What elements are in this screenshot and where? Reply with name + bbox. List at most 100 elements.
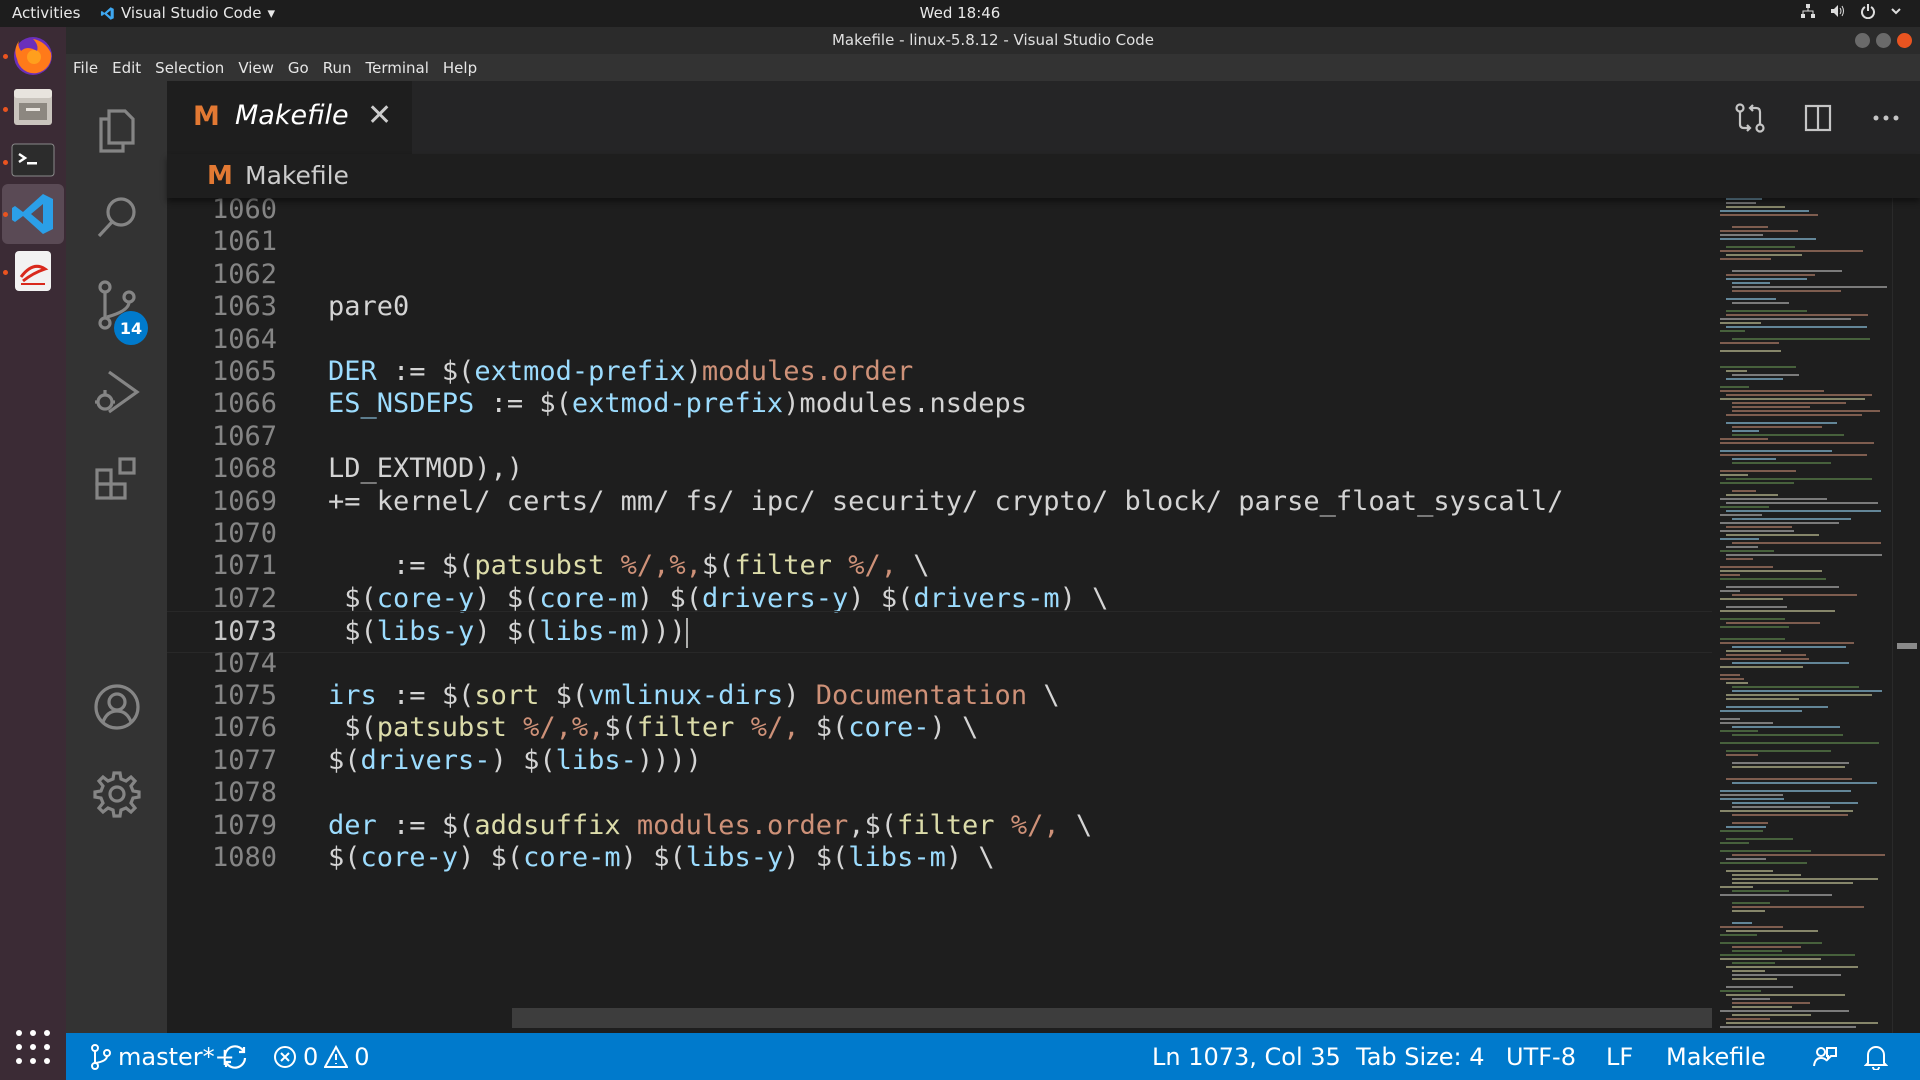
sync-button[interactable] (221, 1033, 249, 1080)
search-button[interactable] (66, 168, 167, 268)
clock[interactable]: Wed 18:46 (920, 4, 1001, 22)
minimap-line (1726, 650, 1781, 652)
language-mode[interactable]: Makefile (1666, 1033, 1766, 1080)
minimap-line (1726, 930, 1818, 932)
feedback-button[interactable] (1812, 1033, 1838, 1080)
tab-size-indicator[interactable]: Tab Size: 4 (1356, 1033, 1485, 1080)
cursor-position[interactable]: Ln 1073, Col 35 (1152, 1033, 1341, 1080)
minimap-line (1720, 238, 1816, 240)
close-window-button[interactable] (1897, 33, 1912, 48)
run-debug-button[interactable] (66, 342, 167, 442)
minimap-line (1720, 366, 1796, 368)
tab-close-icon[interactable]: ✕ (367, 98, 392, 133)
code-editor[interactable]: 1060 1061 1062 1063 pare0 1064 1065 DER := $(ex… (167, 198, 1712, 1033)
line-number: 1080 (211, 842, 277, 873)
minimap-line (1720, 230, 1798, 232)
minimap-line (1726, 586, 1839, 588)
minimap-line (1720, 798, 1784, 800)
accounts-button[interactable] (66, 657, 167, 757)
minimap-line (1732, 518, 1851, 520)
minimap-line (1732, 946, 1801, 948)
tab-makefile[interactable]: M Makefile ✕ (167, 81, 412, 154)
minimap-line (1732, 542, 1881, 544)
scrollbar-thumb[interactable] (1897, 643, 1917, 649)
running-indicator (3, 160, 8, 165)
vertical-scrollbar[interactable] (1892, 198, 1920, 1033)
system-tray[interactable] (1800, 3, 1902, 19)
minimap-line (1720, 886, 1753, 888)
horizontal-scrollbar[interactable] (512, 1008, 1712, 1028)
minimap-line (1720, 574, 1740, 576)
explorer-button[interactable] (66, 81, 167, 181)
problems-indicator[interactable]: 0 0 (273, 1033, 370, 1080)
ellipsis-icon (1873, 115, 1899, 120)
minimap-line (1732, 906, 1864, 908)
minimap-line (1732, 978, 1777, 980)
minimap-line (1720, 618, 1785, 620)
minimap-line (1726, 526, 1792, 528)
settings-button[interactable] (66, 744, 167, 844)
extensions-icon (94, 457, 136, 500)
menu-terminal[interactable]: Terminal (359, 59, 436, 77)
menu-selection[interactable]: Selection (148, 59, 231, 77)
notifications-button[interactable] (1864, 1033, 1888, 1080)
window-titlebar[interactable]: Makefile - linux-5.8.12 - Visual Studio … (66, 27, 1920, 54)
code-text: $(core-y) $(core-m) $(libs-y) $(libs-m) … (328, 842, 995, 873)
app-menu[interactable]: Visual Studio Code ▾ (100, 4, 275, 22)
menu-go[interactable]: Go (281, 59, 316, 77)
breadcrumb-file[interactable]: Makefile (245, 161, 349, 190)
menu-view[interactable]: View (231, 59, 281, 77)
minimap-line (1726, 994, 1845, 996)
minimap-line (1720, 730, 1758, 732)
extensions-button[interactable] (66, 429, 167, 529)
eol-indicator[interactable]: LF (1606, 1033, 1633, 1080)
more-actions-button[interactable] (1852, 81, 1920, 154)
minimap-line (1726, 706, 1828, 708)
minimap-line (1726, 858, 1766, 860)
show-applications-icon[interactable] (16, 1030, 50, 1064)
menu-help[interactable]: Help (436, 59, 484, 77)
minimap-line (1720, 598, 1783, 600)
minimap-line (1732, 690, 1882, 692)
vscode-icon[interactable] (2, 184, 64, 244)
menu-file[interactable]: File (66, 59, 105, 77)
minimap-line (1720, 566, 1773, 568)
menu-edit[interactable]: Edit (105, 59, 148, 77)
activities-button[interactable]: Activities (12, 4, 80, 22)
text-editor-icon[interactable] (9, 247, 57, 295)
source-control-button[interactable]: 14 (66, 255, 167, 355)
minimap-line (1720, 958, 1821, 960)
minimap-line (1726, 554, 1882, 556)
cursor-position-label: Ln 1073, Col 35 (1152, 1042, 1341, 1071)
minimap-line (1732, 646, 1846, 648)
git-branch-icon (91, 1043, 111, 1070)
menu-run[interactable]: Run (316, 59, 359, 77)
minimap-line (1732, 878, 1878, 880)
minimap-line (1720, 570, 1822, 572)
volume-icon (1831, 5, 1844, 17)
firefox-icon[interactable] (9, 31, 57, 79)
minimap-line (1732, 762, 1849, 764)
split-editor-button[interactable] (1784, 81, 1852, 154)
search-icon (97, 197, 136, 238)
branch-indicator[interactable]: master*+ (90, 1033, 235, 1080)
encoding-indicator[interactable]: UTF-8 (1506, 1033, 1576, 1080)
minimap-line (1732, 782, 1877, 784)
minimap[interactable] (1712, 198, 1892, 1033)
window-title: Makefile - linux-5.8.12 - Visual Studio … (831, 31, 1155, 49)
minimize-button[interactable] (1855, 33, 1870, 48)
minimap-line (1720, 718, 1740, 720)
terminal-icon[interactable] (9, 136, 57, 184)
files-icon[interactable] (9, 83, 57, 131)
minimap-line (1726, 378, 1783, 380)
chevron-down-icon (1891, 8, 1901, 15)
minimap-line (1720, 722, 1773, 724)
open-changes-button[interactable] (1716, 81, 1784, 154)
split-editor-icon (1804, 104, 1832, 131)
language-label: Makefile (1666, 1042, 1766, 1071)
minimap-line (1732, 662, 1849, 664)
code-line[interactable]: 1080 $(core-y) $(core-m) $(libs-y) $(libs… (167, 838, 1712, 878)
minimap-line (1726, 986, 1793, 988)
minimap-line (1726, 1022, 1878, 1024)
maximize-button[interactable] (1876, 33, 1891, 48)
